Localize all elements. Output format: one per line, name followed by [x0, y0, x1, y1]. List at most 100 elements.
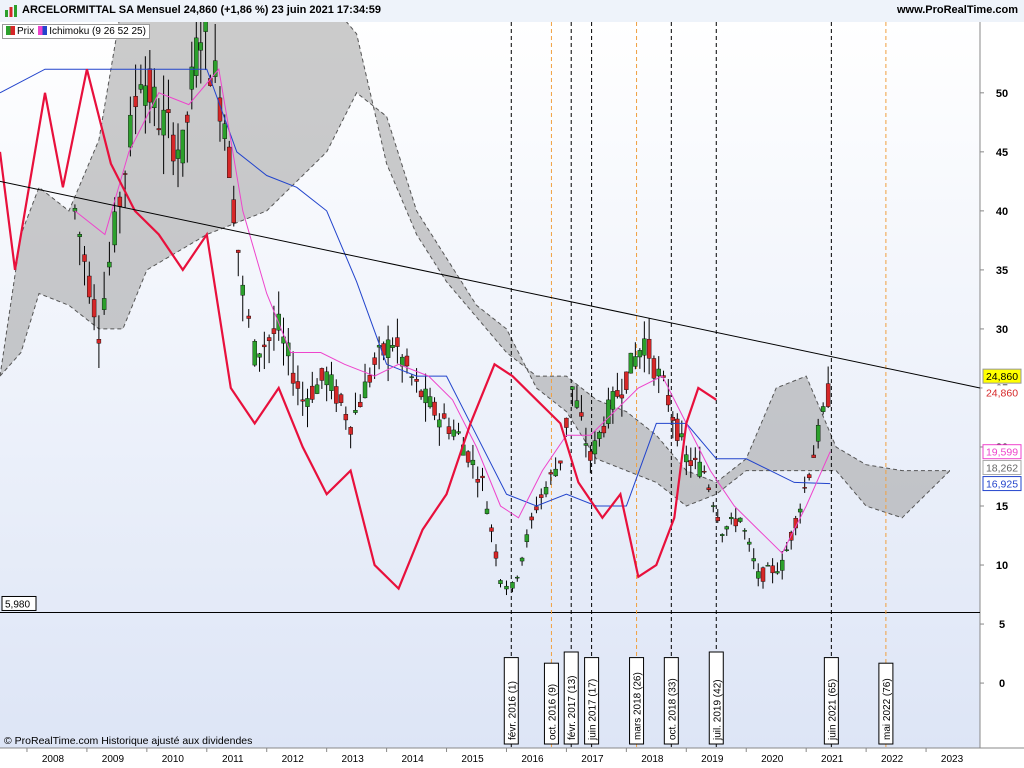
chart-header: ARCELORMITTAL SA Mensuel 24,860 (+1,86 %… — [0, 0, 1024, 23]
candle-body — [780, 559, 785, 571]
support-label: 5,980 — [5, 599, 30, 610]
candle-body — [456, 431, 461, 434]
candle-body — [543, 486, 549, 495]
candle-body — [670, 417, 676, 421]
candle-body — [651, 358, 657, 379]
event-label-text: juin 2017 (17) — [588, 679, 599, 741]
candle-body — [610, 391, 616, 410]
site-link[interactable]: www.ProRealTime.com — [897, 4, 1018, 16]
candle-body — [367, 374, 373, 383]
legend-ichimoku[interactable]: Ichimoku (9 26 52 25) — [38, 26, 146, 37]
candle-body — [558, 460, 563, 464]
candle-body — [343, 414, 349, 421]
x-tick-label: 2013 — [342, 754, 365, 765]
candle-body — [553, 468, 558, 477]
candle-body — [484, 508, 490, 514]
candle-body — [203, 22, 208, 32]
candle-body — [706, 487, 711, 490]
candle-body — [811, 454, 816, 458]
candle-body — [185, 114, 190, 123]
candle-body — [451, 429, 456, 437]
candle-body — [539, 494, 544, 498]
candle-body — [646, 338, 652, 359]
x-tick-label: 2016 — [521, 754, 544, 765]
copyright-text: © ProRealTime.com Historique ajusté aux … — [4, 735, 252, 747]
y-tick-label: 5 — [999, 619, 1005, 631]
candle-body — [147, 68, 153, 103]
chart-title: ARCELORMITTAL SA Mensuel 24,860 (+1,86 %… — [22, 4, 381, 16]
chart-logo-icon — [5, 5, 17, 17]
candle-body — [534, 506, 539, 511]
candle-body — [441, 413, 447, 419]
candle-body — [156, 128, 162, 131]
candle-body — [427, 396, 433, 408]
candle-body — [697, 461, 702, 477]
price-chart[interactable]: 0510152025303540455020082009201020112012… — [0, 22, 1024, 768]
event-label[interactable]: mai 2022 (76) — [878, 662, 894, 745]
candle-body — [475, 479, 480, 483]
value-label: 24,860 — [986, 371, 1018, 383]
candle-body — [423, 388, 428, 404]
candle-body — [358, 401, 363, 408]
candle-body — [465, 451, 471, 463]
candle-body — [592, 440, 598, 455]
candle-body — [175, 149, 181, 159]
candle-body — [628, 352, 634, 374]
candle-body — [329, 374, 334, 391]
event-label[interactable]: oct. 2018 (33) — [663, 657, 679, 745]
event-label[interactable]: févr. 2016 (1) — [503, 657, 519, 745]
candle-body — [262, 344, 267, 348]
candle-body — [820, 406, 826, 412]
candle-body — [334, 386, 339, 404]
candle-body — [166, 109, 171, 113]
ichimoku-swatch-icon — [38, 26, 48, 35]
x-tick-label: 2010 — [162, 754, 185, 765]
candle-body — [236, 249, 241, 253]
x-tick-label: 2008 — [42, 754, 65, 765]
x-tick-label: 2012 — [282, 754, 305, 765]
x-tick-label: 2018 — [641, 754, 664, 765]
candle-body — [87, 275, 92, 298]
candle-body — [180, 129, 186, 164]
event-label[interactable]: févr. 2017 (13) — [563, 651, 579, 745]
x-tick-label: 2017 — [581, 754, 604, 765]
candle-body — [702, 470, 707, 473]
event-label[interactable]: juin 2021 (65) — [823, 657, 839, 745]
candle-body — [619, 394, 625, 399]
legend-price[interactable]: Prix — [6, 26, 34, 37]
event-label[interactable]: juil. 2019 (42) — [708, 651, 724, 745]
candle-body — [128, 114, 133, 148]
legend-price-label: Prix — [17, 26, 35, 37]
candle-body — [529, 516, 534, 521]
candle-body — [189, 66, 195, 90]
candle-body — [624, 371, 629, 390]
candle-body — [348, 427, 353, 435]
candle-body — [775, 571, 780, 574]
candle-body — [493, 551, 499, 559]
candle-body — [724, 526, 729, 530]
candle-body — [353, 410, 358, 413]
event-label[interactable]: oct. 2016 (9) — [543, 662, 559, 745]
event-label-text: mai 2022 (76) — [882, 678, 893, 740]
candle-body — [515, 576, 520, 579]
candle-body — [751, 558, 756, 562]
price-swatch-icon — [6, 26, 15, 35]
candle-body — [642, 338, 647, 356]
candle-body — [372, 357, 377, 365]
y-tick-label: 30 — [996, 324, 1008, 336]
event-label-text: févr. 2016 (1) — [507, 681, 518, 740]
candle-body — [583, 443, 589, 446]
event-label-text: juin 2021 (65) — [827, 679, 838, 741]
event-label[interactable]: juin 2017 (17) — [584, 657, 600, 745]
candle-body — [720, 534, 725, 536]
candle-body — [574, 400, 580, 408]
candle-body — [742, 530, 747, 532]
candle-body — [656, 368, 661, 377]
candle-body — [498, 580, 503, 584]
candle-body — [122, 173, 128, 175]
event-label[interactable]: mars 2018 (26) — [629, 657, 645, 745]
y-tick-label: 50 — [996, 88, 1008, 100]
candle-body — [390, 345, 395, 348]
candle-body — [319, 368, 325, 381]
candle-body — [117, 196, 123, 207]
